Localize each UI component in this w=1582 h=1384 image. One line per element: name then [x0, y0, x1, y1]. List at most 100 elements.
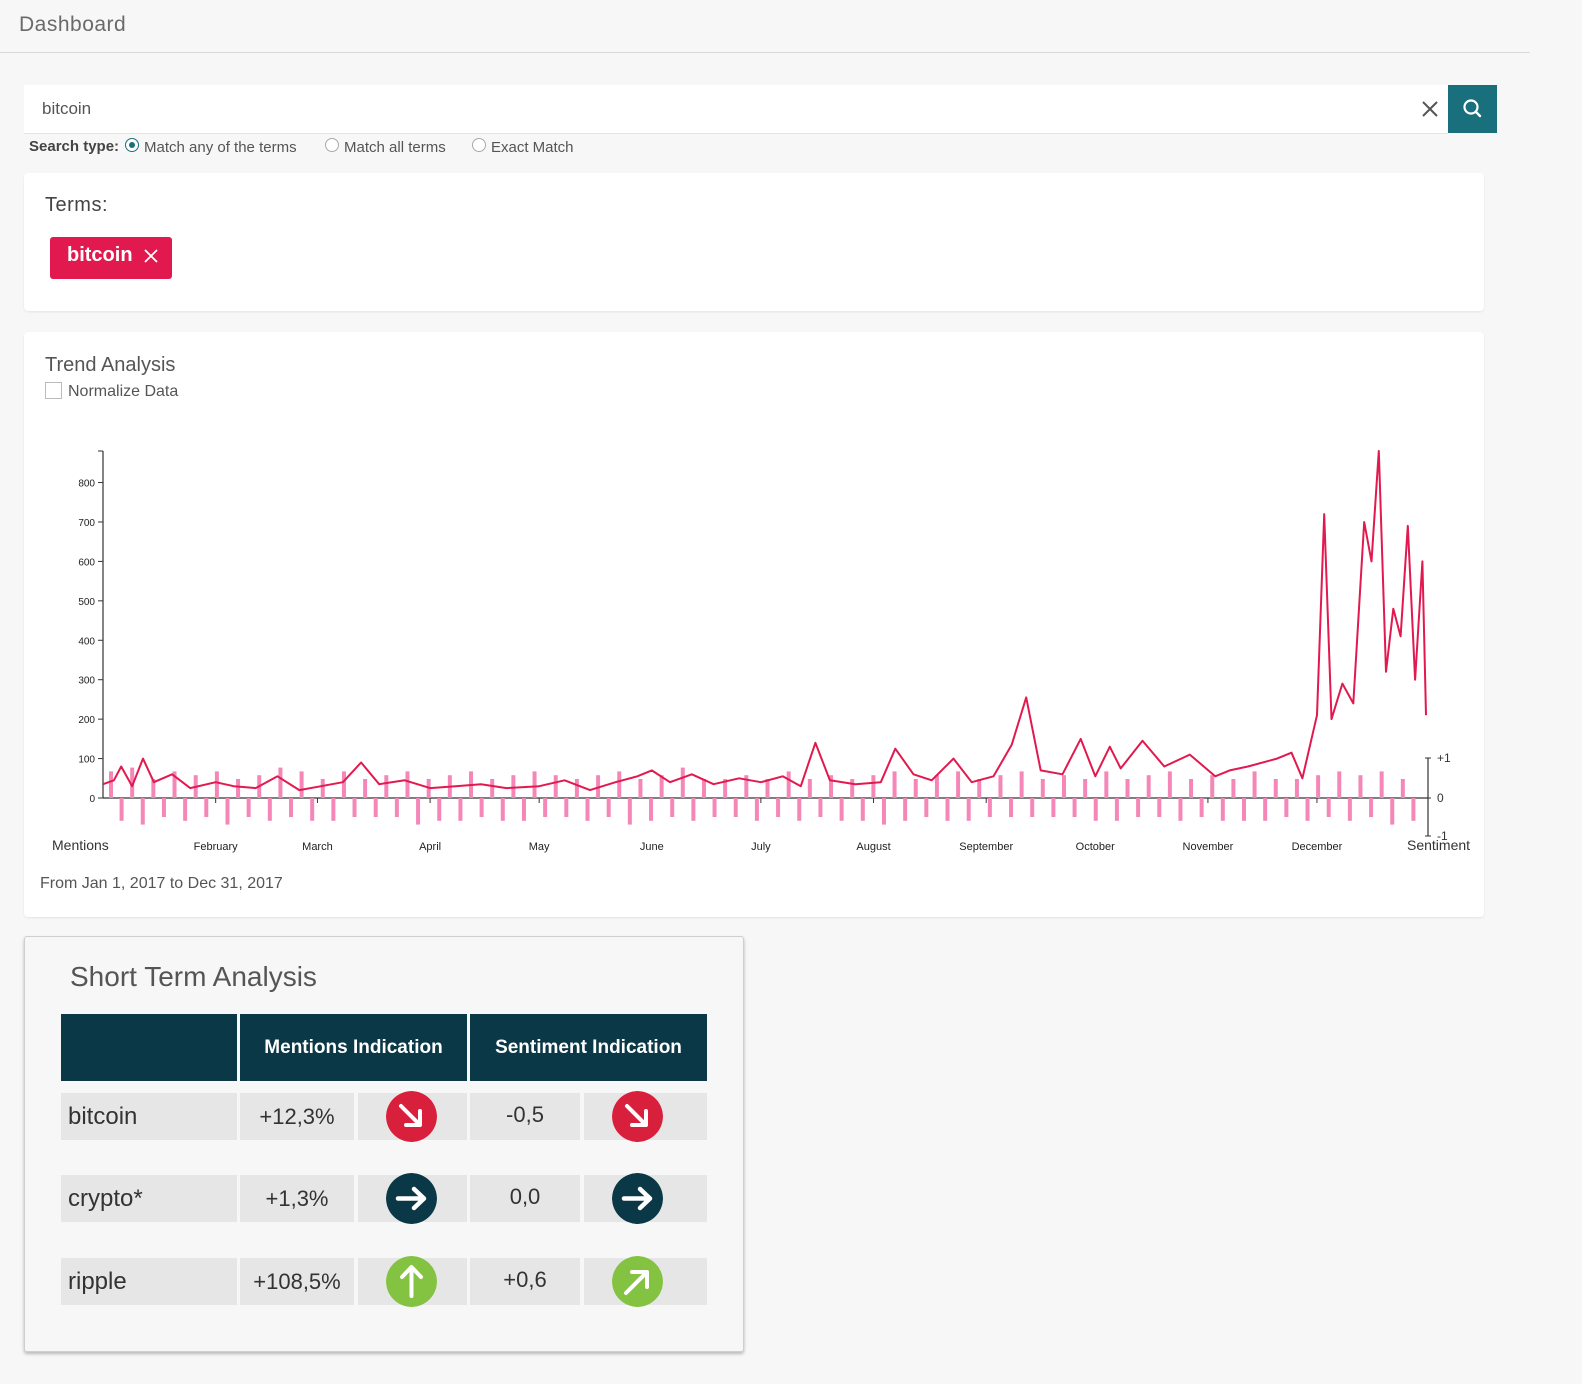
sentiment-bar: [776, 798, 781, 817]
sentiment-bar: [839, 798, 844, 821]
arrow-right-icon: [612, 1173, 663, 1224]
sentiment-bar: [278, 767, 283, 798]
sentiment-bar: [712, 798, 717, 817]
search-bar: [24, 85, 1497, 133]
sentiment-indicator-cell: [584, 1091, 707, 1142]
sentiment-bar: [416, 798, 421, 825]
sentiment-bar: [807, 779, 812, 798]
sentiment-bar: [1125, 779, 1130, 798]
sentiment-bar: [1061, 775, 1066, 798]
sentiment-tick-label: 0: [1437, 791, 1444, 805]
radio-button[interactable]: [125, 138, 139, 152]
sentiment-bar: [649, 798, 654, 821]
arrow-right-icon: [386, 1173, 437, 1224]
sentiment-bar: [331, 798, 336, 821]
sentiment-bar: [384, 775, 389, 798]
sentiment-indicator-cell: [584, 1173, 707, 1224]
sentiment-bar: [881, 798, 886, 825]
sentiment-bar: [1072, 798, 1077, 817]
remove-term-icon[interactable]: [144, 249, 158, 263]
trend-analysis-card: Trend Analysis Normalize Data 0 100 200 300…: [24, 332, 1484, 917]
sentiment-bar: [119, 798, 124, 821]
sentiment-bar: [363, 779, 368, 798]
sentiment-bar: [670, 798, 675, 817]
sentiment-bar: [1284, 798, 1289, 817]
sentiment-bar: [299, 771, 304, 798]
sentiment-bar: [617, 771, 622, 798]
x-tick-label: December: [1292, 841, 1343, 853]
sentiment-bar: [1390, 798, 1395, 825]
sentiment-bar: [701, 779, 706, 798]
sentiment-bar: [140, 798, 145, 825]
sentiment-bar: [754, 798, 759, 821]
sentiment-bar: [1104, 771, 1109, 798]
sentiment-bar: [511, 775, 516, 798]
sentiment-bar: [638, 779, 643, 798]
radio-label: Match any of the terms: [144, 139, 297, 156]
x-tick-label: July: [751, 841, 771, 853]
sentiment-bar: [543, 798, 548, 817]
y-tick-label: 500: [78, 597, 95, 608]
sentiment-bar: [1305, 798, 1310, 821]
sentiment-bar: [1040, 779, 1045, 798]
sentiment-value: -0,5: [470, 1093, 580, 1140]
sentiment-bar: [1273, 779, 1278, 798]
sentiment-bar: [903, 798, 908, 821]
search-input[interactable]: [24, 85, 1448, 133]
x-tick-label: June: [640, 841, 664, 853]
radio-button[interactable]: [325, 138, 339, 152]
close-icon[interactable]: [1416, 95, 1444, 123]
sentiment-bar: [945, 798, 950, 821]
sentiment-bar: [341, 771, 346, 798]
search-icon: [1463, 99, 1482, 118]
sentiment-bar: [627, 798, 632, 825]
sentiment-bar: [1379, 771, 1384, 798]
y-tick-label: 0: [89, 794, 95, 805]
y-tick-label: 400: [78, 636, 95, 647]
sentiment-tick-label: -1: [1437, 829, 1448, 843]
term-chip[interactable]: bitcoin: [50, 237, 172, 279]
sentiment-bar: [310, 798, 315, 821]
sentiment-bar: [500, 798, 505, 821]
sentiment-bar: [765, 779, 770, 798]
sentiment-bar: [458, 798, 463, 821]
sentiment-bar: [1093, 798, 1098, 821]
sentiment-bar: [246, 798, 251, 817]
sentiment-bar: [320, 779, 325, 798]
sentiment-value: +0,6: [470, 1258, 580, 1305]
sentiment-bar: [850, 779, 855, 798]
radio-button[interactable]: [472, 138, 486, 152]
short-term-analysis-card: Short Term Analysis Mentions Indication …: [24, 936, 744, 1352]
sentiment-bar: [236, 779, 241, 798]
date-range-text: From Jan 1, 2017 to Dec 31, 2017: [40, 875, 283, 892]
sentiment-value: 0,0: [470, 1175, 580, 1222]
sentiment-bar: [1189, 779, 1194, 798]
sentiment-bar: [1167, 771, 1172, 798]
term-chip-label: bitcoin: [67, 244, 133, 266]
sentiment-bar: [109, 771, 113, 798]
sentiment-bar: [913, 779, 918, 798]
search-button[interactable]: [1448, 85, 1497, 133]
sentiment-bar: [1178, 798, 1183, 821]
arrow-down-right-icon: [386, 1091, 437, 1142]
y-tick-label: 100: [78, 755, 95, 766]
sentiment-bar: [553, 775, 558, 798]
sentiment-bar: [871, 775, 876, 798]
sentiment-bar: [214, 771, 219, 798]
sentiment-bar: [606, 798, 611, 817]
sentiment-bar: [1114, 798, 1119, 821]
sentiment-bar: [786, 771, 791, 798]
sentiment-bar: [1316, 775, 1321, 798]
radio-label: Exact Match: [491, 139, 574, 156]
arrow-down-right-icon: [612, 1091, 663, 1142]
terms-heading: Terms:: [45, 194, 108, 216]
term-cell: crypto*: [61, 1175, 237, 1222]
sentiment-bar: [733, 798, 738, 817]
top-bar: Dashboard: [0, 0, 1530, 53]
y-tick-label: 600: [78, 557, 95, 568]
arrow-up-right-icon: [612, 1256, 663, 1307]
sentiment-bar: [352, 798, 357, 817]
short-term-heading: Short Term Analysis: [70, 961, 317, 992]
mentions-indicator-cell: [358, 1173, 467, 1224]
y-tick-label: 300: [78, 676, 95, 687]
